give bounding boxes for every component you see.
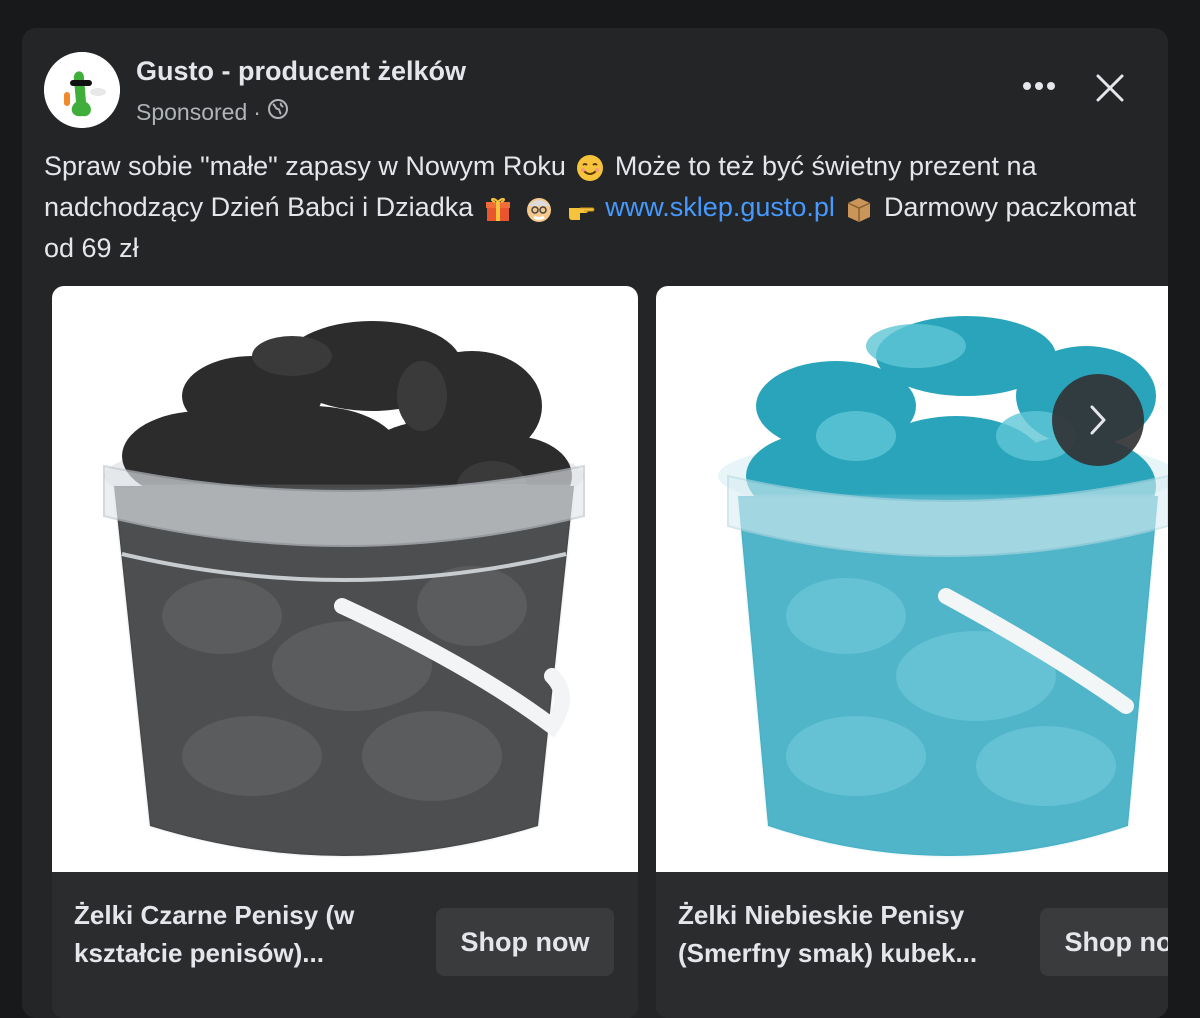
product-carousel[interactable]: Żelki Czarne Penisy (w kształcie penisów… <box>52 286 1168 1018</box>
carousel-next-button[interactable] <box>1052 374 1144 466</box>
pointing-right-icon <box>568 207 595 220</box>
smiling-face-icon <box>577 154 604 181</box>
gift-icon <box>485 197 510 221</box>
shop-now-button[interactable]: Shop now <box>1040 908 1168 976</box>
product-title[interactable]: Żelki Niebieskie Penisy (Smerfny smak) k… <box>678 896 1008 972</box>
shop-now-button[interactable]: Shop now <box>436 908 614 976</box>
shop-link[interactable]: www.sklep.gusto.pl <box>605 192 835 222</box>
package-icon <box>848 197 871 222</box>
page-avatar[interactable] <box>44 52 120 128</box>
close-icon <box>1096 74 1124 102</box>
page-name[interactable]: Gusto - producent żelków <box>136 56 466 87</box>
product-title[interactable]: Żelki Czarne Penisy (w kształcie penisów… <box>74 896 404 972</box>
more-options-button[interactable] <box>1014 68 1064 104</box>
meta-separator: · <box>253 98 261 125</box>
globe-icon <box>267 98 289 126</box>
product-card-footer: Żelki Niebieskie Penisy (Smerfny smak) k… <box>656 872 1168 1018</box>
sponsored-label[interactable]: Sponsored <box>136 99 247 126</box>
close-button[interactable] <box>1086 64 1134 112</box>
sponsored-post: Gusto - producent żelków Sponsored · Spr… <box>22 28 1168 1018</box>
post-text-part1: Spraw sobie "małe" zapasy w Nowym Roku <box>44 151 566 181</box>
more-options-icon <box>1023 82 1055 90</box>
product-card[interactable]: Żelki Czarne Penisy (w kształcie penisów… <box>52 286 638 1018</box>
post-meta: Sponsored · <box>136 98 289 126</box>
post-text: Spraw sobie "małe" zapasy w Nowym Roku M… <box>44 146 1144 269</box>
chevron-right-icon <box>1090 405 1106 435</box>
product-card-footer: Żelki Czarne Penisy (w kształcie penisów… <box>52 872 638 1018</box>
product-image[interactable] <box>52 286 638 872</box>
old-man-icon <box>527 197 552 222</box>
